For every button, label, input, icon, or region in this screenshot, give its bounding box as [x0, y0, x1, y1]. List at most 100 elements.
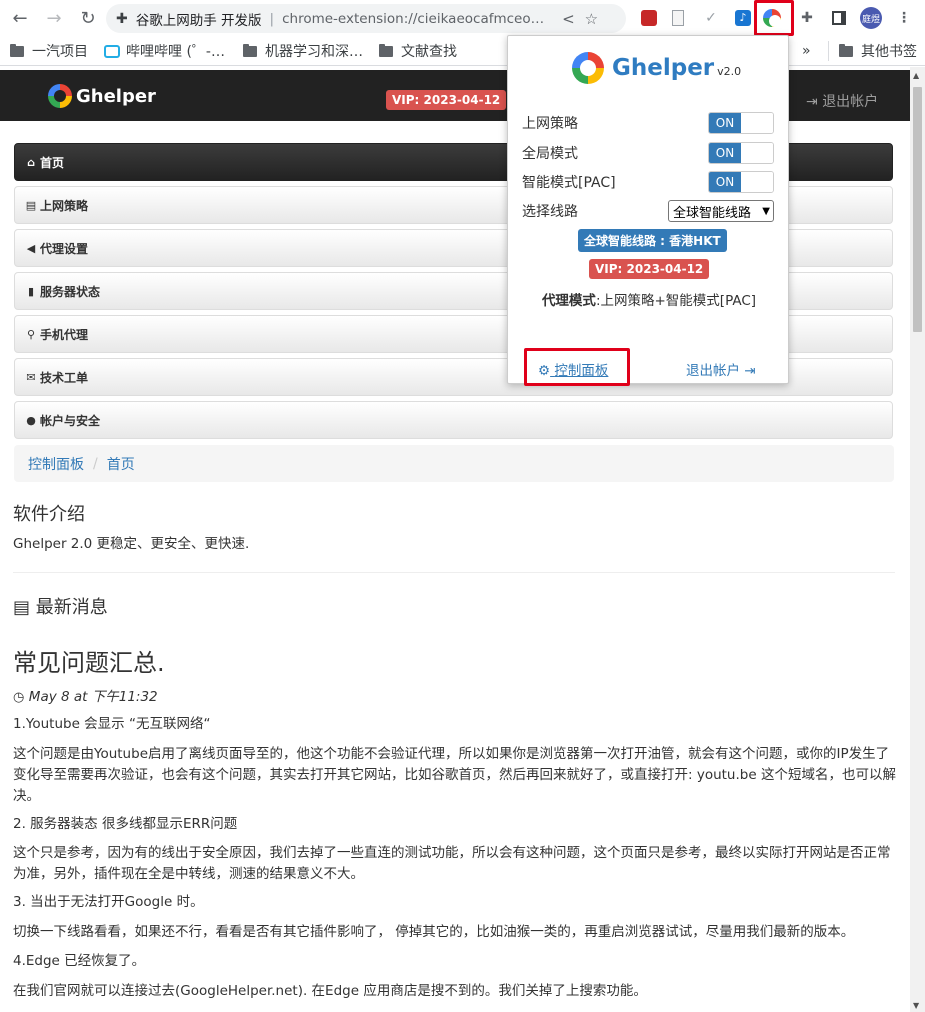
ghelper-logo-icon: [48, 84, 72, 108]
folder-icon: [378, 43, 393, 57]
row-label: 全局模式: [522, 146, 578, 162]
proxy-mode-label: 代理模式: [541, 293, 596, 309]
intro-section: 软件介绍 Ghelper 2.0 更稳定、更安全、更快速.: [13, 500, 898, 555]
control-panel-link[interactable]: ⚙ 控制面板: [538, 359, 608, 379]
chrome-menu-icon[interactable]: ⋮: [892, 6, 916, 30]
intro-text: Ghelper 2.0 更稳定、更安全、更快速.: [13, 536, 250, 552]
menu-label: 代理设置: [40, 241, 89, 256]
breadcrumb-home[interactable]: 首页: [107, 454, 135, 474]
logout-icon: ⇥: [744, 363, 756, 379]
post-paragraph: 1.Youtube 会显示 “无互联网络“: [13, 716, 211, 732]
proxy-mode-text: 代理模式:上网策略+智能模式[PAC]: [508, 289, 790, 309]
ext-tiktok-icon[interactable]: ♪: [731, 6, 755, 30]
home-icon: ⌂: [27, 155, 35, 169]
pac-mode-toggle[interactable]: ON: [708, 171, 774, 193]
post-meta: ◷ May 8 at 下午11:32: [13, 685, 898, 705]
breadcrumb: 控制面板 / 首页: [14, 445, 894, 482]
reload-icon[interactable]: ↻: [74, 5, 102, 33]
menu-account-security[interactable]: ● 帐户与安全: [14, 401, 893, 439]
post-paragraph: 切换一下线路看看，如果还不行，看看是否有其它插件影响了， 停掉其它的，比如油猴一…: [13, 924, 855, 940]
post-paragraph: 4.Edge 已经恢复了。: [13, 953, 146, 969]
toggle-off-area: [741, 113, 773, 133]
address-separator: |: [269, 10, 275, 27]
proxy-mode-value: :上网策略+智能模式[PAC]: [595, 293, 757, 309]
side-panel-icon[interactable]: [827, 6, 851, 30]
policy-toggle[interactable]: ON: [708, 112, 774, 134]
post-paragraph: 在我们官网就可以连接过去(GoogleHelper.net). 在Edge 应用…: [13, 983, 647, 999]
send-icon: ◀: [26, 241, 36, 255]
bookmark-star-icon[interactable]: ☆: [585, 10, 598, 28]
vip-badge: VIP: 2023-04-12: [386, 90, 507, 110]
toggle-on-label: ON: [709, 113, 741, 133]
news-heading-text: 最新消息: [35, 597, 108, 618]
extension-puzzle-icon: ✚: [116, 10, 128, 27]
popup-row-route: 选择线路 全球智能线路 ▼: [522, 200, 774, 222]
logout-label: 退出帐户: [822, 94, 879, 110]
pin-icon: ⚲: [26, 327, 36, 341]
menu-label: 上网策略: [40, 198, 89, 213]
brand-name: Ghelper: [76, 85, 156, 107]
bookmark-label: 机器学习和深…: [264, 44, 363, 60]
route-select-value: 全球智能线路: [673, 205, 752, 221]
post-paragraph: 2. 服务器装态 很多线都显示ERR问题: [13, 816, 238, 832]
post-paragraph: 这个只是参考，因为有的线出于安全原因，我们去掉了一些直连的测试功能，所以会有这种…: [13, 845, 891, 882]
scroll-up-icon[interactable]: ▲: [913, 71, 919, 80]
popup-row-pac: 智能模式[PAC] ON: [522, 171, 774, 193]
extensions-puzzle-icon[interactable]: ✚: [795, 6, 819, 30]
ext-red-icon[interactable]: [637, 6, 661, 30]
forward-arrow-icon[interactable]: →: [40, 5, 68, 33]
route-select[interactable]: 全球智能线路 ▼: [668, 200, 774, 222]
bookmark-folder-0[interactable]: 一汽项目: [10, 41, 88, 61]
scroll-down-icon[interactable]: ▼: [913, 1001, 919, 1010]
popup-brand-name: Ghelper: [612, 55, 715, 81]
news-post: 常见问题汇总. ◷ May 8 at 下午11:32 1.Youtube 会显示…: [13, 643, 898, 1002]
other-bookmarks[interactable]: 其他书签: [828, 41, 917, 61]
toggle-off-area: [741, 143, 773, 163]
popup-logout-label: 退出帐户: [686, 363, 740, 379]
scrollbar-thumb[interactable]: [913, 87, 922, 332]
breadcrumb-control-panel[interactable]: 控制面板: [28, 454, 84, 474]
ext-check-icon[interactable]: ✓: [699, 6, 723, 30]
ext-doc-icon[interactable]: [666, 6, 690, 30]
bookmark-bilibili[interactable]: 哔哩哔哩 (゜-…: [104, 41, 225, 61]
popup-vip-badge: VIP: 2023-04-12: [589, 259, 710, 279]
envelope-icon: ✉: [26, 370, 36, 384]
news-section: ▤ 最新消息: [13, 593, 898, 619]
navbar-brand[interactable]: Ghelper: [48, 84, 156, 108]
popup-row-global: 全局模式 ON: [522, 142, 774, 164]
news-list-icon: ▤: [13, 597, 31, 618]
bookmark-label: 一汽项目: [32, 44, 88, 60]
row-label: 智能模式[PAC]: [522, 175, 616, 191]
chevron-down-icon: ▼: [762, 205, 770, 217]
popup-logout-link[interactable]: 退出帐户 ⇥: [686, 359, 756, 379]
address-bar[interactable]: ✚ 谷歌上网助手 开发版 | chrome-extension://cieika…: [106, 4, 626, 33]
highlight-box-extension: [754, 0, 794, 36]
ghelper-logo-icon: [572, 52, 604, 84]
bookmark-folder-3[interactable]: 文献查找: [378, 41, 457, 61]
share-icon[interactable]: <: [562, 10, 575, 28]
clock-icon: ◷: [13, 690, 25, 705]
page-scrollbar[interactable]: ▲ ▼: [910, 67, 925, 1012]
global-mode-toggle[interactable]: ON: [708, 142, 774, 164]
route-badge: 全球智能线路 : 香港HKT: [578, 229, 727, 252]
bookmark-folder-2[interactable]: 机器学习和深…: [242, 41, 363, 61]
intro-heading: 软件介绍: [13, 504, 85, 525]
toggle-on-label: ON: [709, 172, 741, 192]
list-icon: ▤: [25, 198, 37, 212]
address-url[interactable]: chrome-extension://cieikaeocafmceoapf...: [282, 11, 552, 27]
profile-avatar[interactable]: 庭煜: [860, 7, 882, 29]
navbar-logout-link[interactable]: ⇥ 退出帐户: [806, 91, 878, 111]
menu-label: 技术工单: [40, 370, 89, 385]
back-arrow-icon[interactable]: ←: [6, 5, 34, 33]
bookmarks-overflow-button[interactable]: »: [802, 43, 811, 59]
folder-icon: [10, 43, 24, 57]
toggle-off-area: [741, 172, 773, 192]
row-label: 上网策略: [522, 116, 578, 132]
folder-icon: [242, 43, 257, 57]
ghelper-popup: Ghelper v2.0 上网策略 ON 全局模式 ON 智能模式[PAC] O…: [507, 35, 790, 386]
user-icon: ●: [26, 413, 36, 427]
menu-label: 帐户与安全: [40, 413, 101, 428]
popup-brand: Ghelper v2.0: [572, 52, 741, 84]
bookmark-label: 文献查找: [400, 44, 457, 60]
breadcrumb-divider: /: [93, 455, 98, 472]
